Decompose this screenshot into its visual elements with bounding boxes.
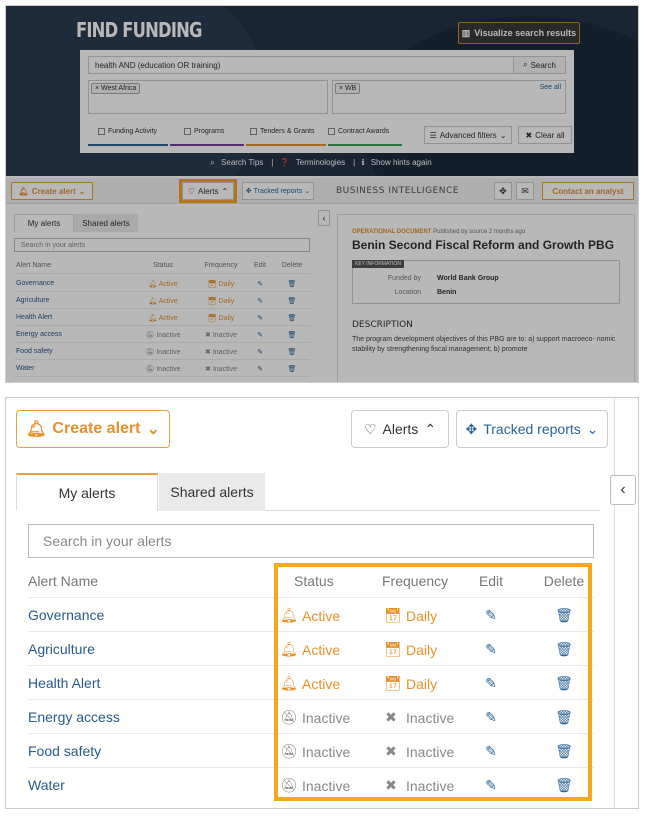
bell-outline-icon: 🔔︎ [26,421,47,438]
tab-shared-alerts[interactable]: Shared alerts [159,473,265,511]
create-alert-button[interactable]: 🔔︎ Create alert ⌄ [16,410,170,448]
alert-name-link[interactable]: Water [28,777,65,793]
page-overview-screenshot: FIND FUNDING ▥ Visualize search results … [5,5,639,383]
tab-my-alerts[interactable]: My alerts [16,473,158,511]
crosshair-icon: ✥ [465,420,478,437]
alerts-search-input[interactable]: Search in your alerts [28,524,594,558]
alert-name-link[interactable]: Agriculture [28,641,95,657]
alerts-tabs: My alerts Shared alerts [16,473,600,511]
dim-overlay [6,6,638,382]
chevron-up-icon: ⌃ [424,420,437,437]
status-frequency-highlight-box [274,563,592,801]
chevron-left-icon[interactable]: ‹ [610,475,636,505]
chevron-down-icon: ⌄ [146,421,160,438]
chevron-down-icon: ⌄ [586,420,599,437]
alerts-zoom-view: 🔔︎ Create alert ⌄ ♡ Alerts ⌃ ✥ Tracked r… [5,397,639,809]
panel-divider [614,398,615,808]
heart-icon: ♡ [363,420,377,437]
alerts-button[interactable]: ♡ Alerts ⌃ [351,410,449,448]
alert-name-link[interactable]: Energy access [28,709,120,725]
alert-name-link[interactable]: Governance [28,607,104,623]
alert-name-link[interactable]: Health Alert [28,675,100,691]
alert-name-link[interactable]: Food safety [28,743,101,759]
column-alert-name: Alert Name [28,573,99,589]
tracked-reports-button[interactable]: ✥ Tracked reports ⌄ [456,410,608,448]
